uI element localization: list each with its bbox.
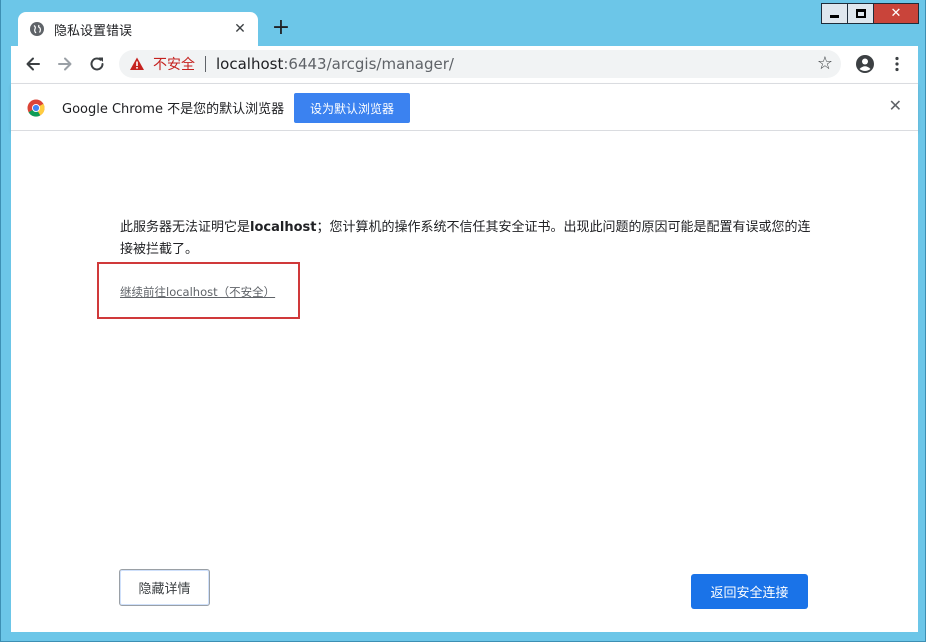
globe-icon [30,22,44,36]
tab-close-icon[interactable]: ✕ [232,21,248,37]
back-to-safety-button[interactable]: 返回安全连接 [691,574,808,609]
chrome-logo-icon [27,99,45,117]
forward-arrow-icon [58,57,72,71]
url-host: localhost [216,55,284,73]
maximize-button[interactable] [847,3,874,24]
not-secure-label[interactable]: 不安全 [153,54,195,74]
back-button[interactable] [21,52,45,76]
minimize-button[interactable] [821,3,848,24]
proceed-unsafe-link[interactable]: 继续前往localhost（不安全） [120,284,275,300]
certificate-error-message: 此服务器无法证明它是localhost；您计算机的操作系统不信任其安全证书。出现… [120,217,820,261]
window-controls: ✕ [821,3,919,25]
message-text-pre: 此服务器无法证明它是 [120,220,251,235]
tab-privacy-error[interactable]: 隐私设置错误 ✕ [18,12,258,46]
close-window-button[interactable]: ✕ [873,3,919,24]
infobar-close-icon[interactable]: ✕ [889,96,902,115]
message-host: localhost [250,220,317,235]
new-tab-button[interactable]: + [269,16,293,40]
url-path: :6443/arcgis/manager/ [283,55,454,73]
profile-button[interactable] [853,52,877,76]
reload-button[interactable] [85,52,109,76]
forward-button[interactable] [53,52,77,76]
minimize-icon [830,15,839,18]
more-vert-icon [895,56,899,72]
reload-icon [90,57,104,71]
tab-title: 隐私设置错误 [54,23,133,39]
address-bar[interactable]: 不安全 localhost:6443/arcgis/manager/ ☆ [119,50,841,78]
interstitial-page: 此服务器无法证明它是localhost；您计算机的操作系统不信任其安全证书。出现… [11,131,918,632]
set-default-browser-button[interactable]: 设为默认浏览器 [294,93,410,123]
account-circle-icon [856,55,874,73]
toolbar: 不安全 localhost:6443/arcgis/manager/ ☆ [11,46,918,83]
menu-button[interactable] [885,52,909,76]
infobar-message: Google Chrome 不是您的默认浏览器 [62,102,285,117]
browser-window: ✕ 隐私设置错误 ✕ + 不安全 localhost:6443/arcgis/… [0,0,926,642]
hide-details-button[interactable]: 隐藏详情 [119,569,210,606]
warning-triangle-icon [130,57,144,70]
url-separator [205,56,206,72]
back-arrow-icon [26,57,40,71]
default-browser-infobar: Google Chrome 不是您的默认浏览器 设为默认浏览器 ✕ [11,83,918,131]
maximize-icon [855,9,866,18]
close-icon: ✕ [890,6,902,21]
bookmark-star-icon[interactable]: ☆ [817,54,833,74]
